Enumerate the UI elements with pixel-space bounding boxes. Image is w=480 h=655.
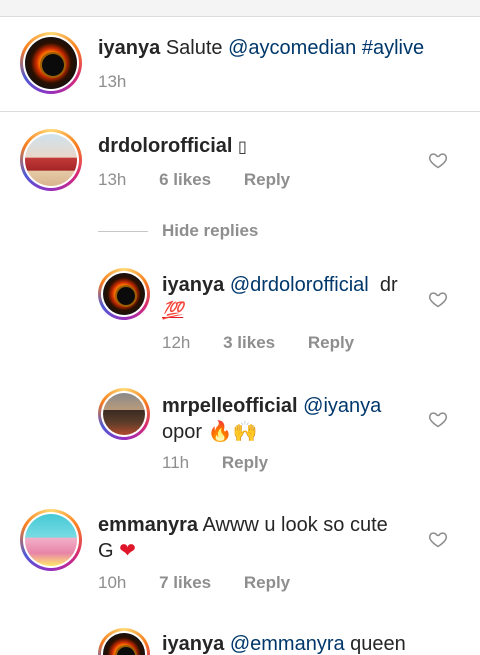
avatar-iyanya-reply[interactable]: [98, 268, 150, 320]
comment-meta: 10h 7 likes Reply: [98, 573, 318, 593]
caption-text: iyanya Salute @aycomedian #aylive: [98, 36, 424, 60]
comment-likes[interactable]: 6 likes: [159, 170, 211, 189]
comment-meta: 13h 6 likes Reply: [98, 170, 318, 190]
reply-username[interactable]: mrpelleofficial: [162, 395, 298, 417]
fire-raised-hands-emoji: 🔥🙌: [207, 419, 258, 443]
reply-meta: 11h Reply: [162, 453, 296, 473]
reply-reply-button[interactable]: Reply: [222, 453, 268, 472]
comment-text: emmanyra Awww u look so cute: [98, 513, 388, 537]
comment-body-2: G: [98, 540, 114, 562]
caption-username[interactable]: iyanya: [98, 37, 160, 59]
like-heart-icon[interactable]: [428, 289, 448, 309]
reply-mention[interactable]: @iyanya: [303, 395, 381, 417]
hide-replies-line: [98, 230, 148, 232]
like-heart-icon[interactable]: [428, 529, 448, 549]
partial-username[interactable]: iyanya: [162, 633, 224, 655]
caption-hashtag[interactable]: #aylive: [362, 37, 424, 59]
reply-mention[interactable]: @drdolorofficial: [230, 274, 369, 296]
partial-reply-text: iyanya @emmanyra queen: [162, 632, 406, 655]
caption-time: 13h: [98, 72, 127, 91]
caption-meta: 13h: [98, 72, 154, 92]
comment-text: drdolorofficial ▯: [98, 134, 247, 159]
reply-time: 11h: [162, 453, 190, 472]
reply-text: iyanya @drdolorofficial dr: [162, 273, 398, 297]
caption-mention[interactable]: @aycomedian: [228, 37, 356, 59]
reply-text: mrpelleofficial @iyanya: [162, 394, 381, 418]
partial-mention[interactable]: @emmanyra: [230, 633, 345, 655]
like-heart-icon[interactable]: [428, 409, 448, 429]
partial-body: queen: [350, 633, 406, 655]
hide-replies-button[interactable]: Hide replies: [98, 220, 258, 242]
reply-line-2: opor 🔥🙌: [162, 419, 257, 444]
comment-time: 10h: [98, 573, 127, 592]
reply-reply-button[interactable]: Reply: [308, 333, 354, 352]
comment-username[interactable]: drdolorofficial: [98, 135, 232, 157]
top-strip: [0, 0, 480, 17]
reply-time: 12h: [162, 333, 191, 352]
avatar-iyanya-partial[interactable]: [98, 628, 150, 655]
comment-reply-button[interactable]: Reply: [244, 573, 290, 592]
reply-body: dr: [379, 274, 398, 296]
caption-body: Salute: [165, 37, 223, 59]
reply-line-2: 💯: [162, 298, 183, 323]
avatar-drdolorofficial[interactable]: [20, 129, 82, 191]
like-heart-icon[interactable]: [428, 150, 448, 170]
red-heart-emoji: ❤: [119, 538, 136, 562]
avatar-emmanyra[interactable]: [20, 509, 82, 571]
comment-line-2: G ❤: [98, 538, 136, 563]
caption-divider: [0, 111, 480, 112]
reply-username[interactable]: iyanya: [162, 274, 224, 296]
comment-likes[interactable]: 7 likes: [159, 573, 211, 592]
reply-meta: 12h 3 likes Reply: [162, 333, 382, 353]
comment-time: 13h: [98, 170, 127, 189]
avatar-iyanya-caption[interactable]: [20, 32, 82, 94]
hundred-emoji: 💯: [162, 301, 184, 321]
avatar-mrpelleofficial[interactable]: [98, 388, 150, 440]
comment-username[interactable]: emmanyra: [98, 514, 198, 536]
reply-likes[interactable]: 3 likes: [223, 333, 275, 352]
comment-reply-button[interactable]: Reply: [244, 170, 290, 189]
hide-replies-label: Hide replies: [162, 221, 259, 240]
missing-emoji-glyph: ▯: [238, 137, 247, 156]
comment-body: Awww u look so cute: [202, 514, 388, 536]
reply-body: opor: [162, 421, 203, 443]
